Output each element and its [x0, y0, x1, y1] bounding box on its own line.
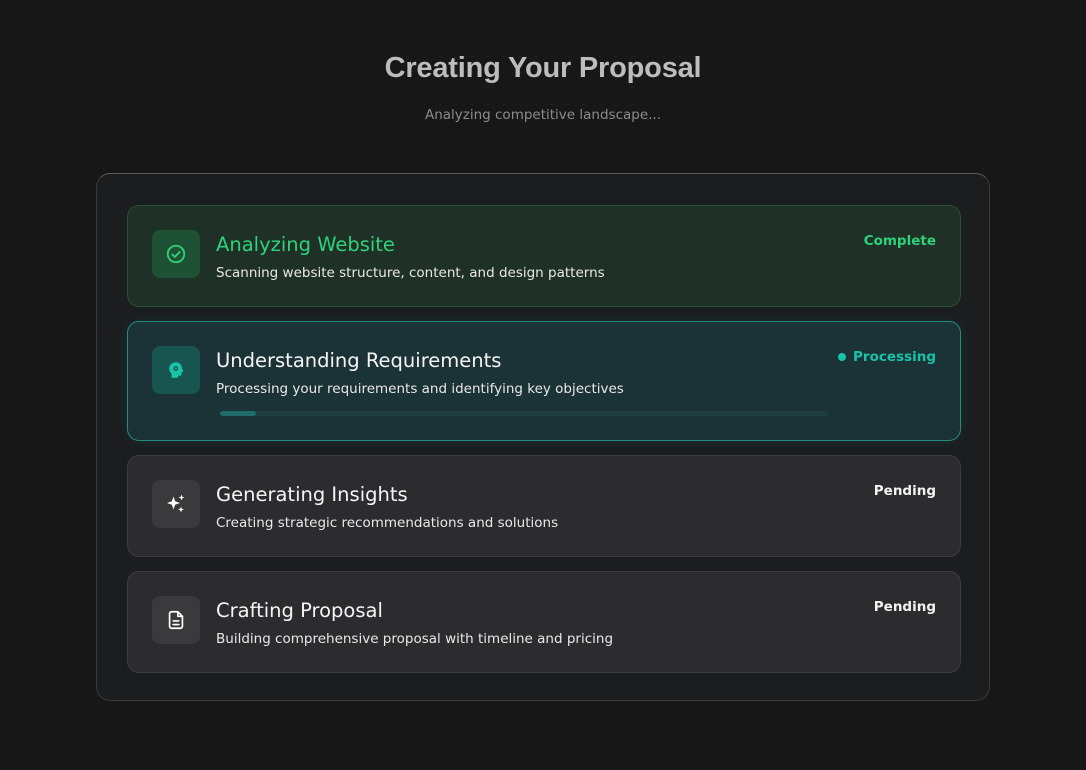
step-title: Generating Insights: [216, 483, 408, 506]
progress-panel: Analyzing Website Scanning website struc…: [96, 173, 990, 701]
status-badge: Complete: [864, 233, 936, 249]
page-subtitle: Analyzing competitive landscape...: [424, 107, 662, 123]
check-circle-icon: [152, 230, 200, 278]
brain-gear-icon: [152, 346, 200, 394]
status-label: Pending: [873, 599, 936, 615]
status-badge: Pending: [874, 483, 936, 499]
status-dot-icon: [838, 353, 847, 361]
step-description: Creating strategic recommendations and s…: [216, 515, 559, 531]
step-generating-insights: Generating Insights Creating strategic r…: [127, 455, 961, 557]
step-analyzing-website: Analyzing Website Scanning website struc…: [127, 205, 961, 307]
page-title: Creating Your Proposal: [384, 52, 702, 84]
progress-bar-fill: [220, 411, 257, 416]
status-label: Complete: [863, 233, 936, 249]
status-badge: Pending: [874, 599, 936, 615]
document-icon: [152, 596, 200, 644]
progress-bar: [220, 411, 828, 416]
step-understanding-requirements: Understanding Requirements Processing yo…: [127, 321, 961, 441]
status-badge: Processing: [838, 349, 936, 365]
step-title: Crafting Proposal: [216, 599, 383, 622]
step-crafting-proposal: Crafting Proposal Building comprehensive…: [127, 571, 961, 673]
status-label: Pending: [873, 483, 936, 499]
step-title: Analyzing Website: [216, 233, 395, 256]
step-description: Building comprehensive proposal with tim…: [216, 631, 614, 647]
step-description: Scanning website structure, content, and…: [216, 265, 605, 281]
step-description: Processing your requirements and identif…: [216, 381, 624, 397]
sparkles-icon: [152, 480, 200, 528]
status-label: Processing: [853, 349, 936, 365]
step-title: Understanding Requirements: [216, 349, 502, 372]
